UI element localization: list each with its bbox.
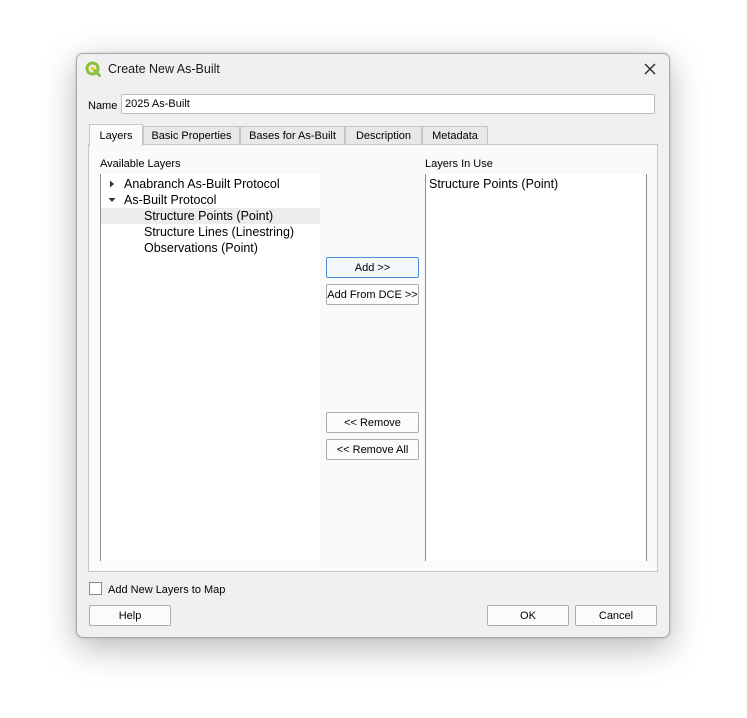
- chevron-right-icon[interactable]: [108, 180, 116, 188]
- name-input[interactable]: [121, 94, 655, 114]
- help-button[interactable]: Help: [89, 605, 171, 626]
- add-button[interactable]: Add >>: [326, 257, 419, 278]
- ok-button[interactable]: OK: [487, 605, 569, 626]
- add-layers-to-map-checkbox[interactable]: [89, 582, 102, 595]
- chevron-down-icon[interactable]: [108, 196, 116, 204]
- tab-basic-properties[interactable]: Basic Properties: [143, 126, 240, 145]
- tree-item-label: Structure Lines (Linestring): [144, 225, 295, 239]
- tab-layers[interactable]: Layers: [89, 124, 143, 146]
- cancel-button[interactable]: Cancel: [575, 605, 657, 626]
- title-bar: Create New As-Built: [77, 54, 669, 84]
- tab-bases-for-as-built[interactable]: Bases for As-Built: [240, 126, 345, 145]
- tree-item-label: As-Built Protocol: [124, 193, 217, 207]
- tab-description[interactable]: Description: [345, 126, 422, 145]
- tab-metadata[interactable]: Metadata: [422, 126, 488, 145]
- available-layers-label: Available Layers: [100, 158, 181, 170]
- remove-button[interactable]: << Remove: [326, 412, 419, 433]
- add-from-dce-button[interactable]: Add From DCE >>: [326, 284, 419, 305]
- tree-item-structure-points[interactable]: Structure Points (Point): [101, 208, 320, 224]
- qgis-icon: [85, 61, 101, 77]
- list-item-label: Structure Points (Point): [429, 177, 559, 191]
- window-title: Create New As-Built: [108, 62, 220, 76]
- add-layers-to-map-label: Add New Layers to Map: [108, 584, 226, 596]
- close-icon: [644, 63, 656, 75]
- layers-in-use-list[interactable]: Structure Points (Point): [425, 174, 647, 561]
- available-layers-tree[interactable]: Anabranch As-Built Protocol As-Built Pro…: [100, 174, 320, 561]
- tree-item-label: Observations (Point): [144, 241, 258, 255]
- close-button[interactable]: [631, 54, 669, 84]
- layers-in-use-label: Layers In Use: [425, 158, 493, 170]
- layers-panel: Available Layers Layers In Use Anabranch…: [88, 144, 658, 572]
- name-label: Name: [88, 100, 118, 112]
- create-as-built-dialog: Create New As-Built Name Layers Basic Pr…: [76, 53, 670, 638]
- tree-item-label: Structure Points (Point): [144, 209, 274, 223]
- tree-item-label: Anabranch As-Built Protocol: [124, 177, 280, 191]
- remove-all-button[interactable]: << Remove All: [326, 439, 419, 460]
